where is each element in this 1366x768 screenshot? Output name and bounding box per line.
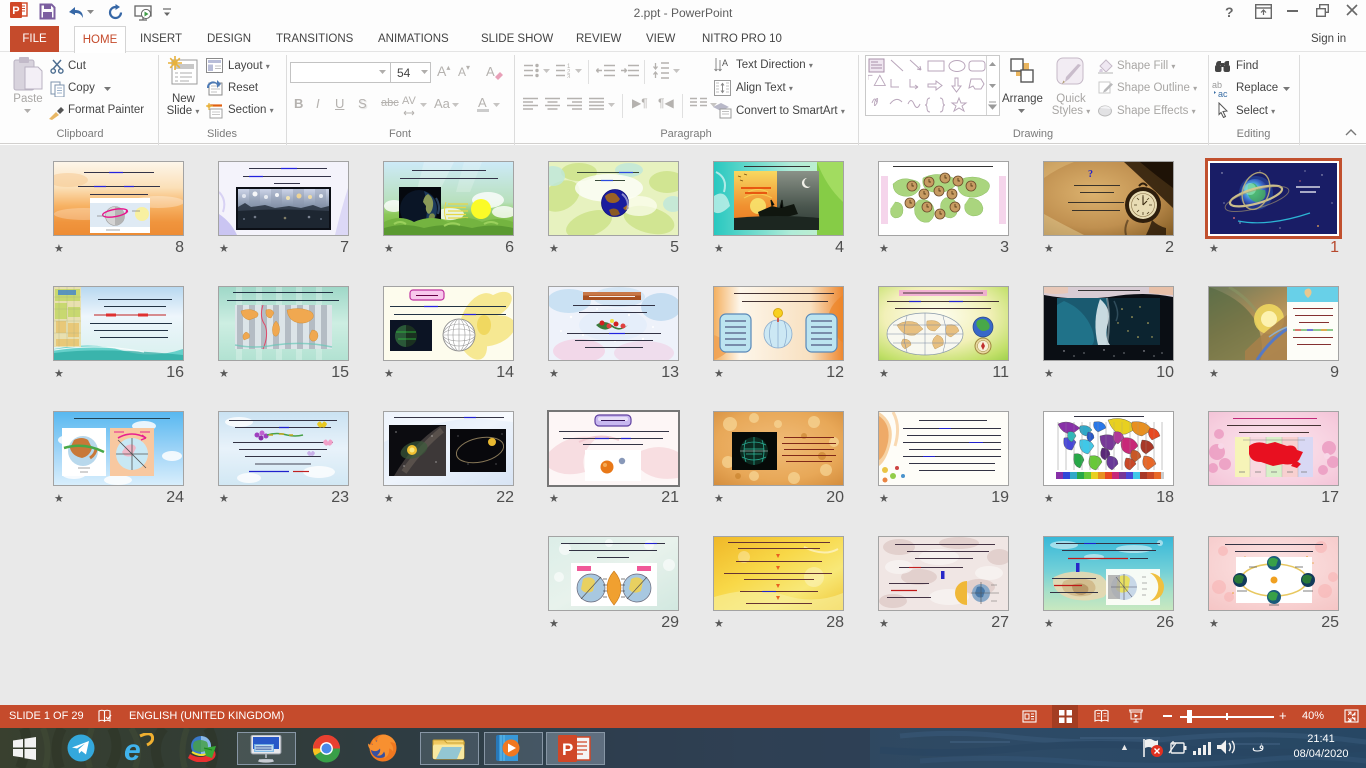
svg-text:?: ? [1088, 169, 1093, 180]
svg-text:ac: ac [1218, 89, 1228, 98]
svg-text:P: P [562, 740, 573, 759]
svg-text:A: A [486, 64, 495, 79]
svg-text:3: 3 [567, 75, 571, 79]
svg-text:e: e [124, 734, 141, 763]
svg-text:A: A [722, 58, 728, 68]
